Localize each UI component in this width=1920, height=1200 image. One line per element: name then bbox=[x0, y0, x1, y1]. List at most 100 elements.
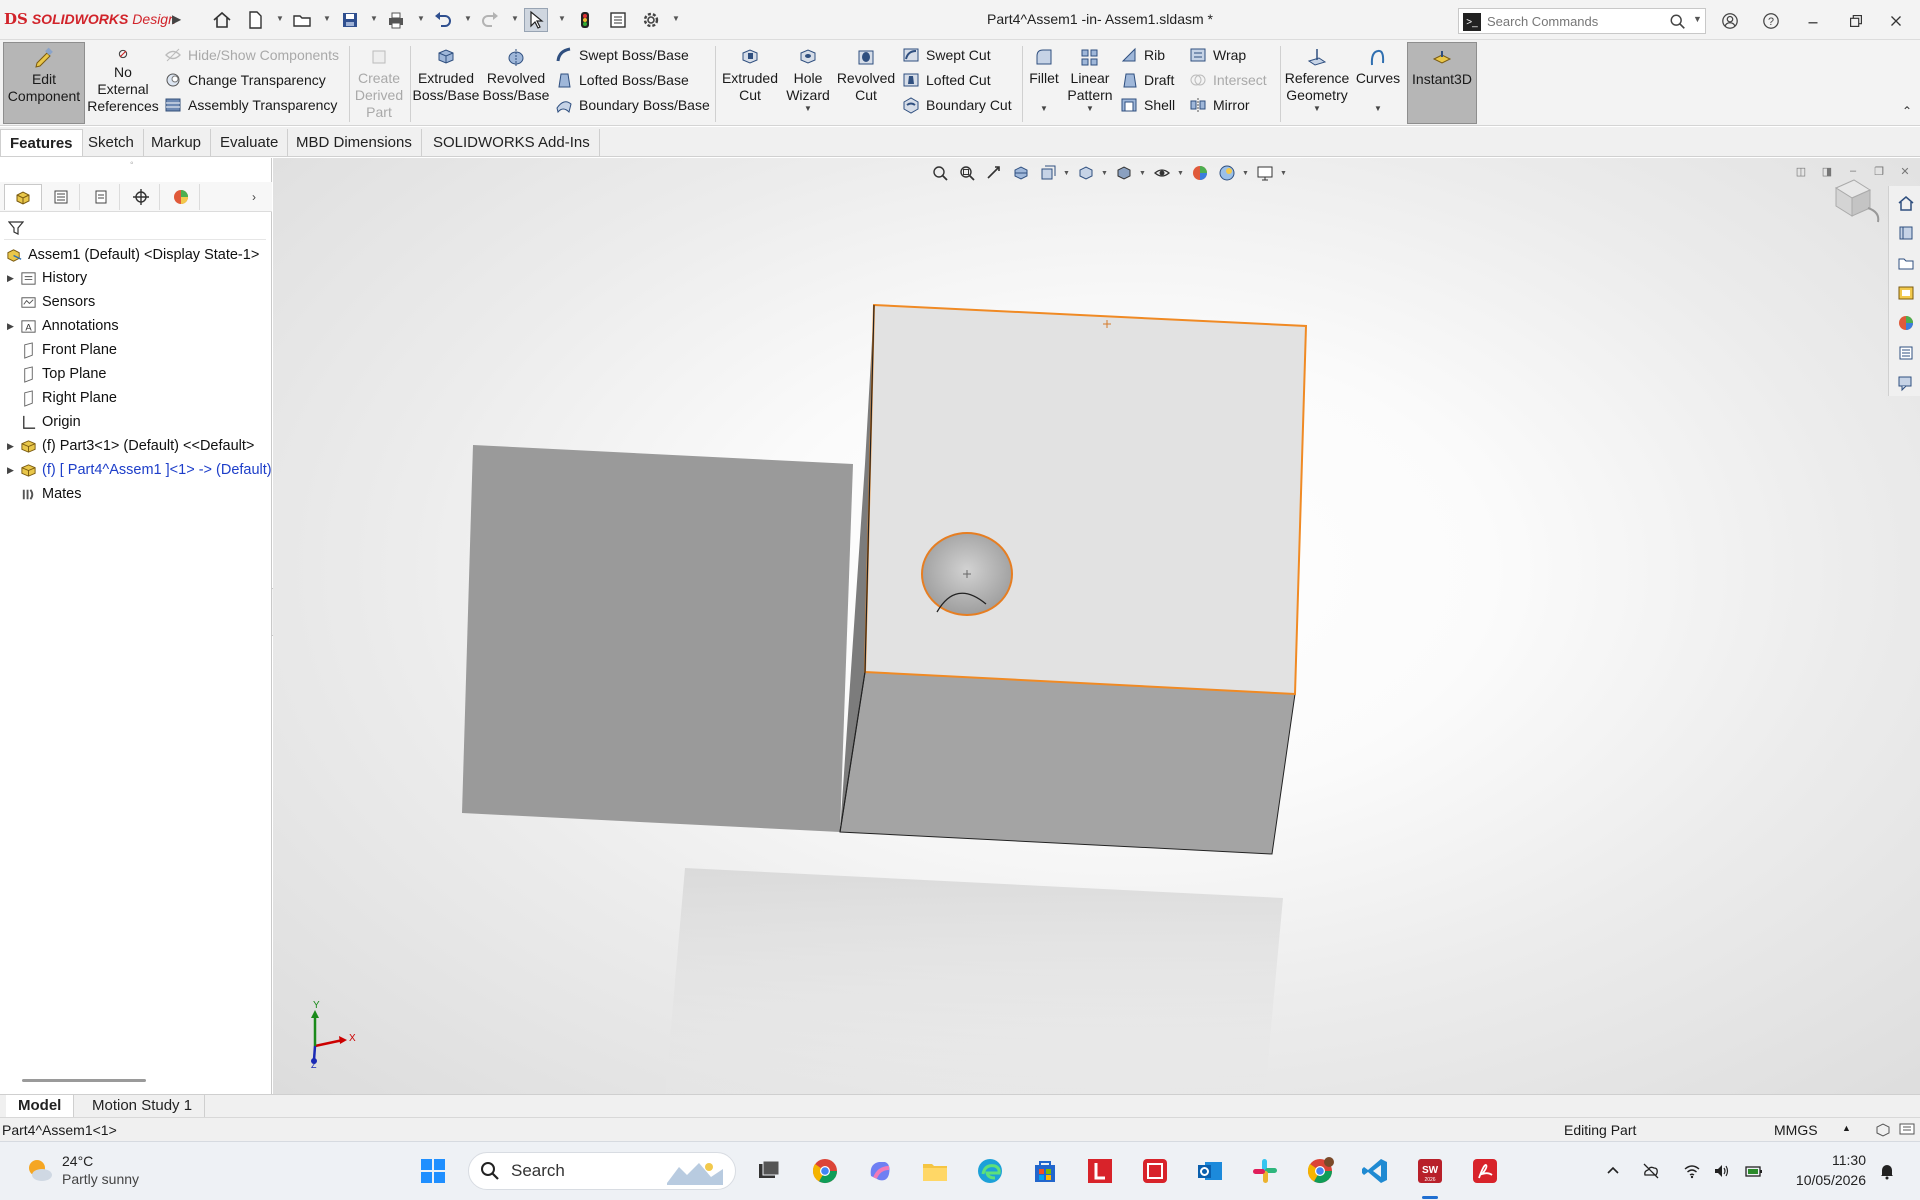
new-dropdown-icon[interactable]: ▼ bbox=[276, 14, 284, 23]
undo-icon[interactable] bbox=[431, 8, 455, 32]
featuremanager-tab-icon[interactable] bbox=[4, 184, 42, 210]
wrap-button[interactable]: Wrap bbox=[1189, 44, 1246, 66]
extruded-cut-button[interactable]: Extruded Cut bbox=[718, 42, 782, 124]
new-document-icon[interactable] bbox=[243, 8, 267, 32]
intersect-button[interactable]: Intersect bbox=[1189, 69, 1267, 91]
tree-item-front-plane[interactable]: Front Plane bbox=[0, 339, 272, 361]
help-icon[interactable]: ? bbox=[1758, 8, 1784, 34]
edit-appearance-icon[interactable] bbox=[1188, 161, 1212, 185]
linear-pattern-button[interactable]: Linear Pattern ▼ bbox=[1064, 42, 1116, 124]
hide-show-components-button[interactable]: Hide/Show Components bbox=[164, 44, 339, 66]
curves-button[interactable]: Curves ▼ bbox=[1354, 42, 1402, 124]
rebuild-traffic-light-icon[interactable] bbox=[573, 8, 597, 32]
tree-item-part3[interactable]: ▶ (f) Part3<1> (Default) <<Default> bbox=[0, 435, 272, 457]
revolved-boss-button[interactable]: Revolved Boss/Base bbox=[483, 42, 549, 124]
tree-filter[interactable] bbox=[4, 216, 266, 240]
forum-icon[interactable] bbox=[1895, 372, 1917, 394]
select-dropdown-icon[interactable]: ▼ bbox=[558, 14, 566, 23]
windows-start-icon[interactable] bbox=[416, 1154, 450, 1188]
create-derived-part-button[interactable]: Create Derived Part bbox=[352, 42, 406, 124]
mirror-button[interactable]: Mirror bbox=[1189, 94, 1250, 116]
undo-dropdown-icon[interactable]: ▼ bbox=[464, 14, 472, 23]
select-pointer-icon[interactable] bbox=[524, 8, 548, 32]
close-icon[interactable] bbox=[1883, 8, 1909, 34]
swept-cut-button[interactable]: Swept Cut bbox=[902, 44, 991, 66]
user-account-icon[interactable] bbox=[1717, 8, 1743, 34]
view-settings-dropdown-icon[interactable]: ▼ bbox=[1280, 170, 1288, 177]
view-orientation-dropdown-icon[interactable]: ▼ bbox=[1101, 170, 1109, 177]
tree-item-right-plane[interactable]: Right Plane bbox=[0, 387, 272, 409]
menu-expand-arrow-icon[interactable]: ▶ bbox=[172, 12, 181, 26]
search-icon[interactable] bbox=[1669, 13, 1687, 31]
slack-icon[interactable] bbox=[1248, 1154, 1282, 1188]
status-units[interactable]: MMGS bbox=[1774, 1122, 1818, 1138]
panel-drag-handle-icon[interactable]: ◦ bbox=[130, 158, 134, 169]
display-style-icon[interactable] bbox=[1112, 161, 1136, 185]
collapse-ribbon-icon[interactable]: ⌃ bbox=[1902, 104, 1912, 118]
viewport-close-icon[interactable]: ✕ bbox=[1898, 164, 1912, 178]
notifications-bell-icon[interactable] bbox=[1876, 1160, 1898, 1182]
solidworks-resources-icon[interactable] bbox=[1895, 192, 1917, 214]
taskbar-search-box[interactable]: Search bbox=[468, 1152, 736, 1190]
scene-dropdown-icon[interactable]: ▼ bbox=[1242, 170, 1250, 177]
task-view-icon[interactable] bbox=[752, 1154, 786, 1188]
options-dropdown-icon[interactable]: ▼ bbox=[672, 14, 680, 23]
open-dropdown-icon[interactable]: ▼ bbox=[323, 14, 331, 23]
tree-root-assembly[interactable]: Assem1 (Default) <Display State-1> bbox=[0, 244, 272, 266]
dynamic-annotation-view-icon[interactable] bbox=[1036, 161, 1060, 185]
lofted-cut-button[interactable]: Lofted Cut bbox=[902, 69, 991, 91]
lichess-l-icon[interactable] bbox=[1083, 1154, 1117, 1188]
panel-tabs-more-icon[interactable]: › bbox=[252, 190, 256, 204]
chrome-icon[interactable] bbox=[808, 1154, 842, 1188]
apply-scene-icon[interactable] bbox=[1215, 161, 1239, 185]
weather-widget[interactable]: 24°C Partly sunny bbox=[24, 1152, 139, 1188]
boundary-cut-button[interactable]: Boundary Cut bbox=[902, 94, 1012, 116]
tab-evaluate[interactable]: Evaluate bbox=[211, 129, 289, 156]
print-icon[interactable] bbox=[384, 8, 408, 32]
lofted-boss-button[interactable]: Lofted Boss/Base bbox=[555, 69, 689, 91]
comments-icon[interactable] bbox=[1898, 1121, 1916, 1139]
tree-item-origin[interactable]: Origin bbox=[0, 411, 272, 433]
configurationmanager-tab-icon[interactable] bbox=[82, 184, 120, 210]
tab-model[interactable]: Model bbox=[6, 1095, 75, 1117]
view-palette-icon[interactable] bbox=[1895, 282, 1917, 304]
expand-arrow-icon[interactable]: ▶ bbox=[7, 441, 19, 452]
view-settings-icon[interactable] bbox=[1253, 161, 1277, 185]
save-icon[interactable] bbox=[338, 8, 362, 32]
expand-arrow-icon[interactable]: ▶ bbox=[7, 273, 19, 284]
extruded-boss-button[interactable]: Extruded Boss/Base bbox=[413, 42, 479, 124]
view-cube-icon[interactable] bbox=[1828, 168, 1888, 228]
tree-item-history[interactable]: ▶ History bbox=[0, 267, 272, 289]
onedrive-offline-icon[interactable] bbox=[1640, 1160, 1662, 1182]
expand-arrow-icon[interactable]: ▶ bbox=[7, 465, 19, 476]
edge-icon[interactable] bbox=[973, 1154, 1007, 1188]
zoom-to-fit-icon[interactable] bbox=[928, 161, 952, 185]
adobe-acrobat-icon[interactable] bbox=[1468, 1154, 1502, 1188]
system-clock[interactable]: 11:30 10/05/2026 bbox=[1776, 1150, 1866, 1190]
dimxpertmanager-tab-icon[interactable] bbox=[122, 184, 160, 210]
print-dropdown-icon[interactable]: ▼ bbox=[417, 14, 425, 23]
search-commands-box[interactable]: >_ ▼ bbox=[1458, 8, 1706, 34]
solidworks-taskbar-icon[interactable]: SW 2026 bbox=[1413, 1154, 1447, 1188]
tab-features[interactable]: Features bbox=[0, 129, 83, 156]
battery-charging-icon[interactable] bbox=[1743, 1160, 1765, 1182]
view-orientation-icon[interactable] bbox=[1074, 161, 1098, 185]
file-explorer-icon[interactable] bbox=[1895, 252, 1917, 274]
tile-horizontal-icon[interactable]: ◫ bbox=[1794, 164, 1808, 178]
tree-item-annotations[interactable]: ▶ A Annotations bbox=[0, 315, 272, 337]
hide-show-dropdown-icon[interactable]: ▼ bbox=[1177, 170, 1185, 177]
save-dropdown-icon[interactable]: ▼ bbox=[370, 14, 378, 23]
tree-item-part4-editing[interactable]: ▶ (f) [ Part4^Assem1 ]<1> -> (Default) bbox=[0, 459, 272, 481]
fillet-button[interactable]: Fillet ▼ bbox=[1026, 42, 1062, 124]
fillet-dropdown-icon[interactable]: ▼ bbox=[1040, 104, 1048, 114]
custom-properties-icon[interactable] bbox=[1895, 342, 1917, 364]
reference-geometry-button[interactable]: Reference Geometry ▼ bbox=[1282, 42, 1352, 124]
acrobat-red-icon[interactable] bbox=[1138, 1154, 1172, 1188]
tab-sketch[interactable]: Sketch bbox=[79, 129, 144, 156]
design-library-icon[interactable] bbox=[1895, 222, 1917, 244]
minimize-icon[interactable] bbox=[1800, 8, 1826, 34]
home-icon[interactable] bbox=[210, 8, 234, 32]
section-view-icon[interactable] bbox=[1009, 161, 1033, 185]
tree-item-sensors[interactable]: Sensors bbox=[0, 291, 272, 313]
copilot-icon[interactable] bbox=[863, 1154, 897, 1188]
